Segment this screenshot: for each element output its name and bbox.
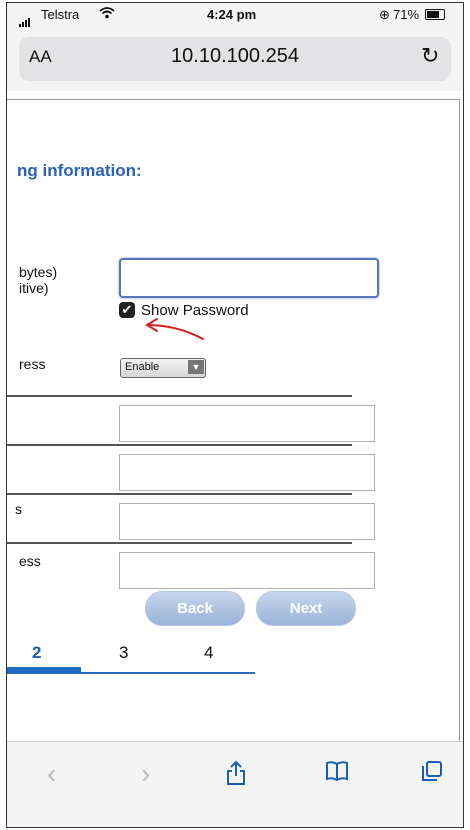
show-password-checkbox[interactable]: ✔ [119, 302, 135, 318]
password-input[interactable] [119, 258, 379, 298]
enable-select[interactable]: Enable ▼ [120, 358, 206, 378]
annotation-arrow [145, 318, 204, 340]
text-field-1[interactable] [119, 405, 375, 442]
chevron-right-icon[interactable]: › [141, 758, 150, 790]
share-icon[interactable] [225, 760, 247, 793]
browser-toolbar: ‹ › [7, 741, 463, 827]
step-4[interactable]: 4 [204, 643, 213, 663]
text-field-4[interactable] [119, 552, 375, 589]
signal-icon [19, 12, 31, 27]
phone-screen: Telstra 4:24 pm ⊕ 71% AA 10.10.100.254 ↻… [6, 2, 464, 828]
url-text[interactable]: 10.10.100.254 [7, 45, 463, 68]
step-progress-filled [7, 667, 81, 674]
divider [7, 395, 352, 397]
address-bar: AA 10.10.100.254 ↻ [7, 27, 463, 91]
address-label-2: ess [19, 553, 41, 569]
battery-icon [425, 9, 445, 20]
battery-percentage: 71% [393, 7, 420, 22]
step-3[interactable]: 3 [119, 643, 128, 663]
next-button[interactable]: Next [256, 591, 356, 626]
reload-icon[interactable]: ↻ [421, 43, 439, 69]
field-label: s [15, 501, 22, 517]
text-field-3[interactable] [119, 503, 375, 540]
bookmarks-icon[interactable] [325, 760, 349, 789]
address-label: ress [19, 356, 46, 372]
text-field-2[interactable] [119, 454, 375, 491]
case-sensitive-label: itive) [19, 280, 49, 296]
step-progress-track [81, 672, 255, 674]
web-page-content: ng information: bytes) itive) ✔ Show Pas… [7, 91, 463, 745]
wifi-icon [99, 7, 115, 22]
status-bar: Telstra 4:24 pm ⊕ 71% [7, 3, 463, 27]
divider [7, 493, 352, 495]
tabs-icon[interactable] [421, 760, 443, 789]
key-length-label: bytes) [19, 264, 58, 280]
clock-time: 4:24 pm [207, 7, 257, 22]
back-button[interactable]: Back [145, 591, 245, 626]
alarm-icon: ⊕ [379, 7, 390, 22]
divider [7, 444, 352, 446]
chevron-left-icon[interactable]: ‹ [47, 758, 56, 790]
dropdown-arrow-icon: ▼ [188, 360, 204, 374]
enable-select-value: Enable [125, 361, 160, 373]
divider [7, 542, 352, 544]
section-heading: ng information: [17, 161, 142, 180]
step-2[interactable]: 2 [32, 643, 41, 663]
carrier-name: Telstra [41, 7, 80, 22]
